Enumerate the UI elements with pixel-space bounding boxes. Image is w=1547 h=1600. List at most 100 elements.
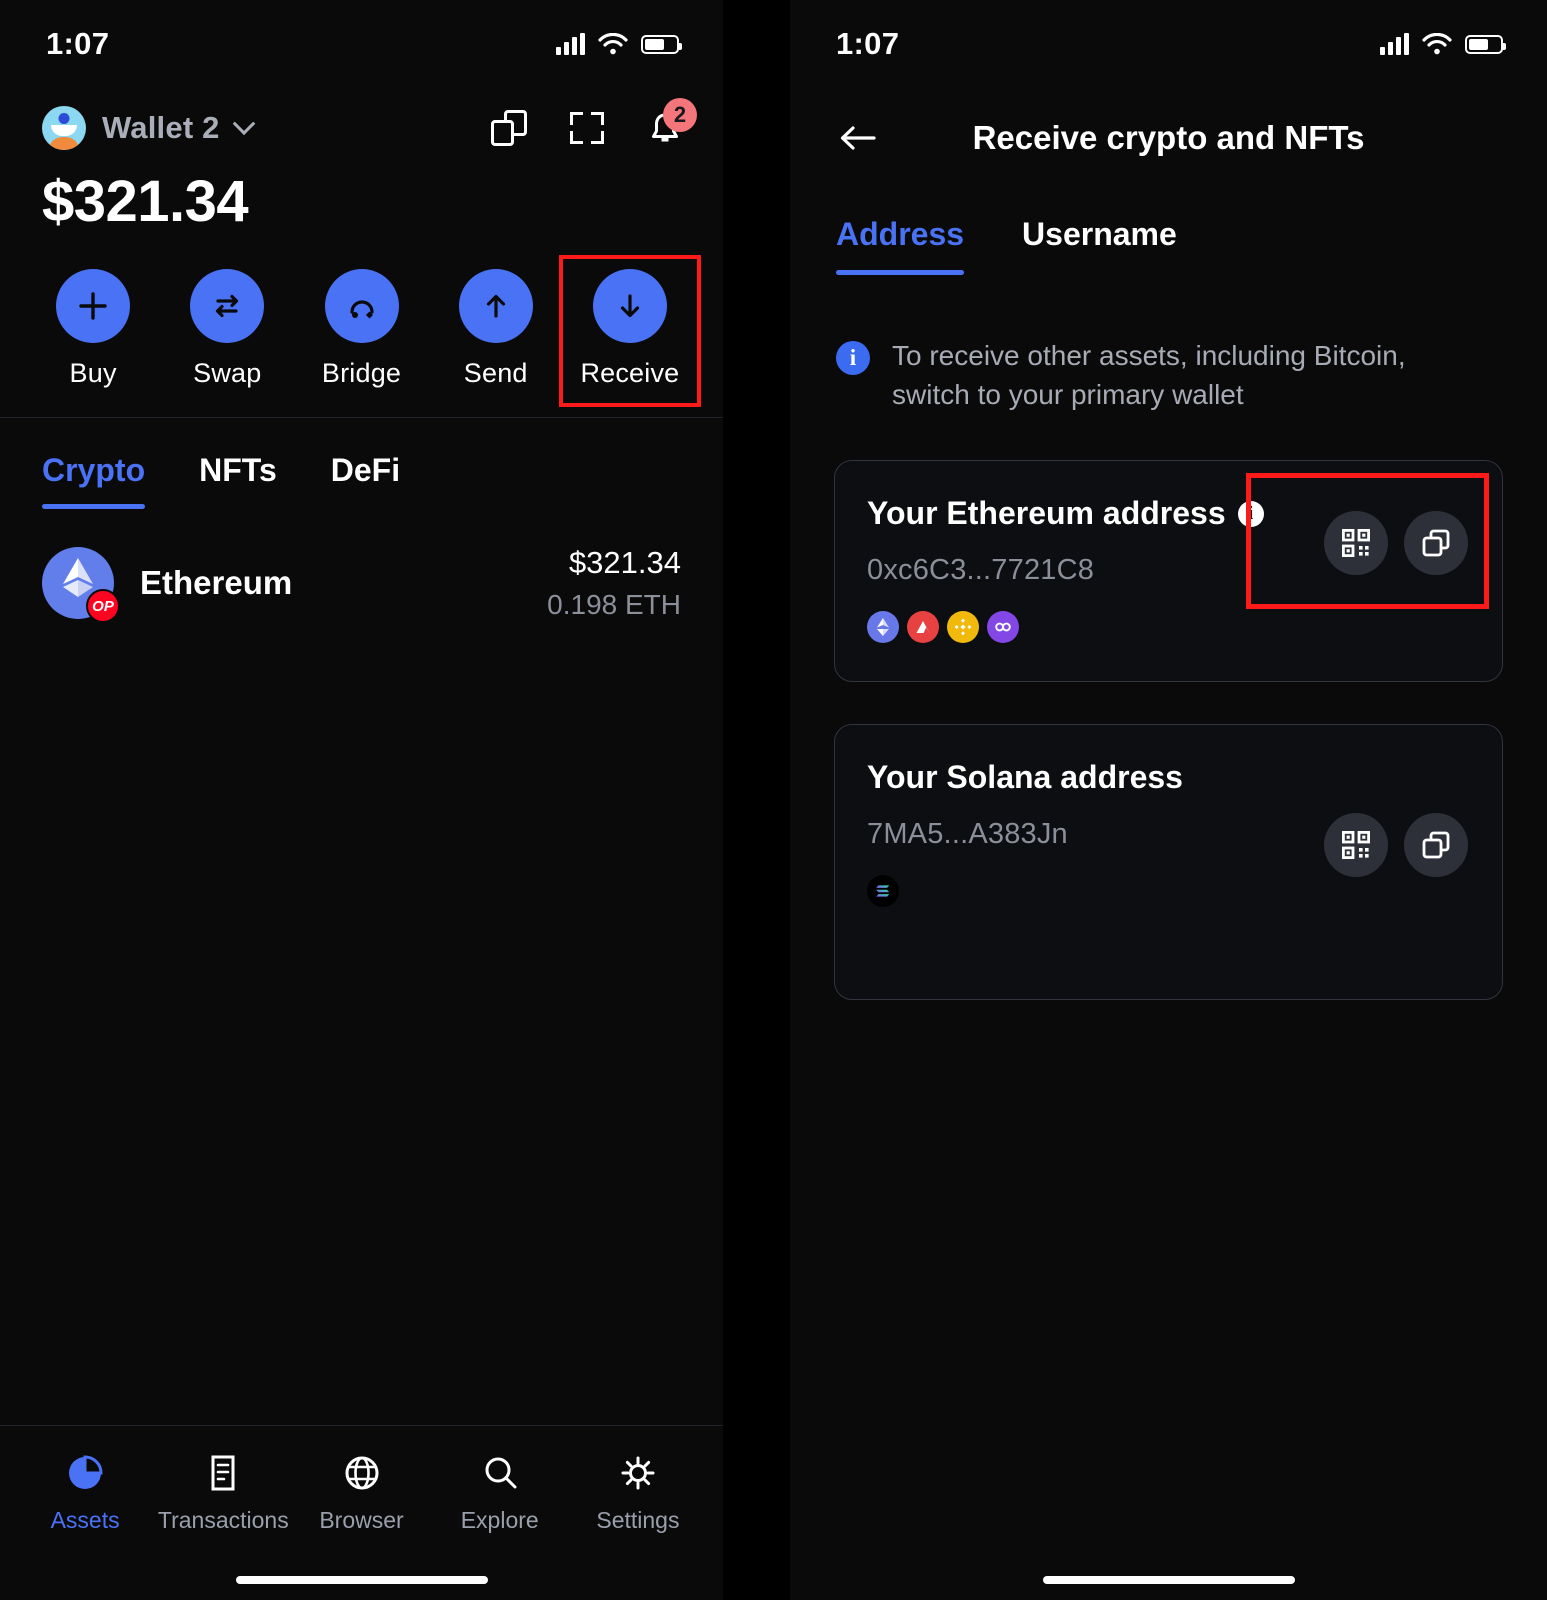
asset-fiat-value: $321.34 <box>568 545 681 580</box>
wifi-icon <box>598 33 628 55</box>
swap-button[interactable]: Swap <box>160 259 294 403</box>
nav-label-explore: Explore <box>460 1507 539 1533</box>
wallet-name-label: Wallet 2 <box>102 110 220 145</box>
copy-icon[interactable] <box>491 110 527 146</box>
ethereum-chain-badges <box>867 611 1468 644</box>
asset-name: Ethereum <box>140 564 293 601</box>
chevron-down-icon <box>232 112 255 136</box>
status-indicators <box>556 33 682 55</box>
buy-button[interactable]: Buy <box>26 259 160 403</box>
total-balance: $321.34 <box>42 169 249 234</box>
pie-chart-icon <box>69 1455 103 1489</box>
arrow-down-icon <box>592 269 667 343</box>
back-button[interactable] <box>836 116 880 160</box>
receive-button[interactable]: Receive <box>558 255 702 407</box>
arrow-left-icon <box>840 126 876 150</box>
nav-item-assets[interactable]: Assets <box>16 1452 154 1534</box>
status-bar: 1:07 <box>790 0 1547 88</box>
wallet-header-row: Wallet 2 2 <box>0 88 723 150</box>
status-time: 1:07 <box>836 26 900 61</box>
copy-address-button[interactable] <box>1404 813 1468 878</box>
tab-username[interactable]: Username <box>1022 216 1177 275</box>
arrow-up-icon <box>458 269 533 343</box>
wifi-icon <box>1422 33 1452 55</box>
ethereum-chain-icon <box>867 611 899 644</box>
wallet-selector[interactable]: Wallet 2 <box>42 106 255 150</box>
solana-address-card[interactable]: Your Solana address 7MA5...A383Jn <box>834 724 1503 1001</box>
cellular-signal-icon <box>556 33 585 55</box>
copy-icon <box>1422 831 1450 859</box>
ethereum-card-title-text: Your Ethereum address <box>867 495 1226 532</box>
optimism-network-badge: OP <box>86 589 120 623</box>
solana-card-actions <box>1324 813 1468 878</box>
receive-tabs: Address Username <box>790 168 1547 275</box>
quick-actions-row: Buy Swap Bridge Send Receive <box>0 235 723 407</box>
qr-code-icon <box>1342 529 1371 558</box>
asset-identity: OP Ethereum <box>42 547 293 623</box>
dual-screenshot-container: 1:07 Wallet 2 2 $321.34 Buy Swap Bridge … <box>0 0 1547 1600</box>
nav-label-assets: Assets <box>50 1507 120 1533</box>
nav-label-transactions: Transactions <box>157 1507 289 1533</box>
info-notice-text: To receive other assets, including Bitco… <box>892 340 1406 410</box>
cellular-signal-icon <box>1380 33 1409 55</box>
wallet-avatar <box>42 106 86 150</box>
polygon-chain-icon <box>987 611 1019 644</box>
qr-code-icon <box>1342 831 1371 860</box>
nav-item-explore[interactable]: Explore <box>431 1452 569 1534</box>
info-circle-icon: i <box>836 341 870 375</box>
solana-card-title: Your Solana address <box>867 759 1468 796</box>
home-indicator <box>235 1576 488 1584</box>
send-label: Send <box>463 358 528 388</box>
scan-frame-icon[interactable] <box>569 110 605 146</box>
screen-header: Receive crypto and NFTs <box>790 88 1547 168</box>
screen-gap <box>723 0 790 1600</box>
ethereum-card-actions <box>1324 511 1468 576</box>
globe-icon <box>345 1456 378 1490</box>
buy-label: Buy <box>69 358 117 388</box>
nav-label-browser: Browser <box>319 1507 404 1533</box>
receive-label: Receive <box>580 358 680 388</box>
bridge-arc-icon <box>324 269 399 343</box>
bridge-label: Bridge <box>321 358 402 388</box>
notification-badge: 2 <box>663 98 697 132</box>
tab-address[interactable]: Address <box>836 216 965 275</box>
info-circle-icon[interactable]: i <box>1237 500 1264 527</box>
tab-nfts[interactable]: NFTs <box>199 452 277 509</box>
battery-icon <box>641 34 682 54</box>
gear-icon <box>621 1456 655 1490</box>
swap-arrows-icon <box>190 269 265 343</box>
asset-token-amount: 0.198 ETH <box>547 589 681 620</box>
tab-crypto[interactable]: Crypto <box>42 452 146 509</box>
copy-address-button[interactable] <box>1404 511 1468 576</box>
list-document-icon <box>211 1455 235 1491</box>
nav-label-settings: Settings <box>596 1507 680 1533</box>
asset-row-ethereum[interactable]: OP Ethereum $321.34 0.198 ETH <box>0 509 723 623</box>
show-qr-code-button[interactable] <box>1324 813 1388 878</box>
send-button[interactable]: Send <box>429 259 563 403</box>
bnb-chain-icon <box>947 611 979 644</box>
nav-item-transactions[interactable]: Transactions <box>154 1452 292 1534</box>
page-title: Receive crypto and NFTs <box>972 119 1365 156</box>
bottom-navigation: Assets Transactions Browser Explore Sett… <box>0 1425 723 1600</box>
plus-icon <box>56 269 131 343</box>
nav-item-settings[interactable]: Settings <box>569 1452 707 1534</box>
bridge-button[interactable]: Bridge <box>294 259 428 403</box>
info-notice: i To receive other assets, including Bit… <box>790 275 1547 414</box>
header-actions: 2 <box>491 98 697 146</box>
copy-icon <box>1422 529 1450 557</box>
bell-icon[interactable]: 2 <box>647 98 697 146</box>
show-qr-code-button[interactable] <box>1324 511 1388 576</box>
receive-screen: 1:07 Receive crypto and NFTs Address Use… <box>790 0 1547 1600</box>
nav-item-browser[interactable]: Browser <box>292 1452 430 1534</box>
tab-defi[interactable]: DeFi <box>331 452 400 509</box>
solana-card-title-text: Your Solana address <box>867 759 1183 796</box>
ethereum-icon: OP <box>42 547 120 623</box>
status-indicators <box>1380 33 1506 55</box>
solana-chain-badges <box>867 875 1468 908</box>
ethereum-address-card[interactable]: Your Ethereum address i 0xc6C3...7721C8 <box>834 460 1503 683</box>
wallet-home-screen: 1:07 Wallet 2 2 $321.34 Buy Swap Bridge … <box>0 0 723 1600</box>
home-indicator <box>1042 1576 1295 1584</box>
battery-icon <box>1465 34 1506 54</box>
swap-label: Swap <box>193 358 262 388</box>
portfolio-tabs: Crypto NFTs DeFi <box>0 418 723 509</box>
